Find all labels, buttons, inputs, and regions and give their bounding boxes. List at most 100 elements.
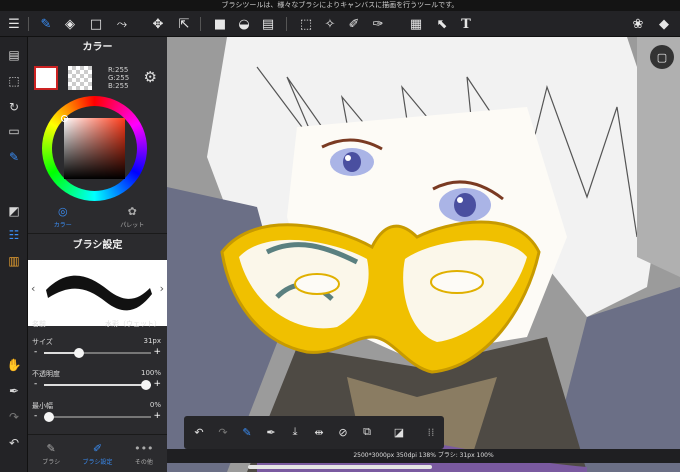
eyedropper-icon[interactable]: ✒ [4, 381, 24, 401]
materials-icon[interactable]: ❀ [628, 14, 648, 34]
min-width-decrease-button[interactable]: - [34, 411, 37, 421]
snap-icon[interactable]: ✎ [4, 147, 24, 167]
rgb-b: B:255 [108, 82, 129, 90]
min-width-label: 最小幅 [32, 402, 53, 410]
saturation-value-square[interactable] [64, 118, 125, 179]
opacity-slider-knob[interactable] [141, 380, 151, 390]
rgb-readout: R:255 G:255 B:255 [108, 66, 129, 90]
lasso-tool-icon[interactable]: ⤳ [112, 14, 132, 34]
min-width-slider[interactable]: - + [32, 411, 163, 423]
color-circle-icon: ◎ [57, 205, 68, 218]
brush-tool-icon[interactable]: ✎ [36, 14, 56, 34]
color-wheel[interactable] [39, 96, 156, 204]
size-slider-track[interactable] [44, 348, 151, 358]
layers-icon[interactable]: ◆ [654, 14, 674, 34]
size-slider[interactable]: - + [32, 347, 163, 359]
drawing-canvas[interactable]: ▢ [167, 37, 680, 472]
rgb-r: R:255 [108, 66, 129, 74]
min-width-increase-button[interactable]: + [153, 411, 161, 421]
no-select-icon[interactable]: ⊘ [334, 423, 352, 441]
eraser-tool-icon[interactable]: ◈ [60, 14, 80, 34]
color-panel-icon[interactable]: ◩ [4, 201, 24, 221]
opacity-decrease-button[interactable]: - [34, 379, 37, 389]
eyedropper-icon[interactable]: ✒ [262, 423, 280, 441]
brush-icon[interactable]: ✎ [238, 423, 256, 441]
tab-other[interactable]: ••• その他 [121, 435, 167, 472]
size-label: サイズ [32, 338, 53, 346]
sub-color-swatch[interactable] [68, 66, 92, 90]
opacity-slider[interactable]: - + [32, 379, 163, 391]
opacity-slider-track[interactable] [44, 380, 151, 390]
brush-stroke-sample [46, 275, 152, 311]
more-icon: ••• [134, 441, 154, 455]
layer-panel-icon[interactable]: ▥ [4, 251, 24, 271]
tab-brush[interactable]: ✎ ブラシ [28, 435, 74, 472]
brush-settings-header: ブラシ設定 [28, 233, 167, 258]
select-eraser-icon[interactable]: ✑ [368, 14, 388, 34]
gallery-icon[interactable]: ▤ [4, 45, 24, 65]
move-tool-icon[interactable]: ✥ [148, 14, 168, 34]
color-panel-title: カラー [82, 42, 113, 53]
select-pen-icon[interactable]: ✐ [344, 14, 364, 34]
opacity-increase-button[interactable]: + [153, 379, 161, 389]
tab-color[interactable]: ◎ カラー [28, 204, 98, 230]
tooltip-bar: ブラシツールは、様々なブラシによりキャンバスに描画を行うツールです。 [0, 0, 680, 11]
status-bar: 2500*3000px 350dpi 138% ブラシ: 31px 100% [167, 449, 680, 463]
top-toolbar: ☰ ✎ ◈ □ ⤳ ✥ ⇱ ■ ◒ ▤ ⬚ ✧ ✐ ✑ ▦ ⬉ T ❀ ◆ [0, 11, 680, 37]
tab-brush-settings[interactable]: ✐ ブラシ設定 [74, 435, 120, 472]
text-tool-icon[interactable]: T [456, 14, 476, 34]
toolbar-divider [28, 17, 29, 31]
flip-icon[interactable]: ⇹ [310, 423, 328, 441]
frame-divider-icon[interactable]: ▦ [406, 14, 426, 34]
size-slider-knob[interactable] [74, 348, 85, 358]
bucket-tool-icon[interactable]: ◒ [234, 14, 254, 34]
left-rail: ▤ ⬚ ↻ ▭ ✎ ◩ ☷ ▥ ✋ ✒ ↷ ↶ [0, 37, 28, 472]
tab-brush-label: ブラシ [42, 458, 61, 466]
home-indicator[interactable] [248, 465, 432, 469]
ruler-icon[interactable]: ▭ [4, 121, 24, 141]
size-increase-button[interactable]: + [153, 347, 161, 357]
menu-icon[interactable]: ☰ [4, 14, 24, 34]
brush-panel-icon[interactable]: ☷ [4, 225, 24, 245]
undo-icon[interactable]: ↶ [4, 433, 24, 453]
rotate-icon[interactable]: ↻ [4, 97, 24, 117]
transform-tool-icon[interactable]: ⇱ [174, 14, 194, 34]
min-width-slider-knob[interactable] [44, 412, 54, 422]
toolbar-divider [286, 17, 287, 31]
brush-name-value[interactable]: 水彩（ウェット） [105, 319, 161, 329]
min-width-slider-track[interactable] [44, 412, 151, 422]
rect-select-tool-icon[interactable]: □ [86, 14, 106, 34]
gradient-tool-icon[interactable]: ▤ [258, 14, 278, 34]
opacity-value: 100% [140, 369, 161, 377]
toolbar-divider [200, 17, 201, 31]
gear-icon[interactable]: ⚙ [144, 68, 157, 86]
next-brush-icon[interactable]: › [160, 282, 164, 295]
select-edit-icon[interactable]: ⧉ [358, 423, 376, 441]
redo-icon[interactable]: ↷ [214, 423, 232, 441]
brush-preview: ‹ › [28, 260, 167, 326]
tab-color-label: カラー [53, 222, 72, 229]
selection-tool-icon[interactable]: ⬚ [296, 14, 316, 34]
color-picker-knob[interactable] [61, 115, 68, 122]
redo-icon[interactable]: ↷ [4, 407, 24, 427]
tab-palette-label: パレット [120, 222, 145, 229]
selection-toggle-icon[interactable]: ⬚ [4, 71, 24, 91]
color-swatches: R:255 G:255 B:255 ⚙ [32, 66, 163, 94]
fullscreen-toggle-button[interactable]: ▢ [650, 45, 674, 69]
brush-settings-title: ブラシ設定 [72, 240, 123, 251]
opacity-slider-fill [44, 384, 151, 386]
palette-icon: ✿ [127, 205, 137, 218]
grip-icon[interactable]: ⁞⁞ [422, 423, 440, 441]
edit-icon[interactable]: ◪ [390, 423, 408, 441]
tab-palette[interactable]: ✿ パレット [98, 204, 168, 230]
operation-tool-icon[interactable]: ⬉ [432, 14, 452, 34]
tab-other-label: その他 [134, 458, 153, 466]
brush-name-label: 名前 [32, 320, 46, 328]
main-color-swatch[interactable] [34, 66, 58, 90]
fill-color-icon[interactable]: ■ [210, 14, 230, 34]
download-icon[interactable]: ⤓ [286, 423, 304, 441]
hand-tool-icon[interactable]: ✋ [4, 355, 24, 375]
undo-icon[interactable]: ↶ [190, 423, 208, 441]
magic-wand-icon[interactable]: ✧ [320, 14, 340, 34]
size-decrease-button[interactable]: - [34, 347, 37, 357]
